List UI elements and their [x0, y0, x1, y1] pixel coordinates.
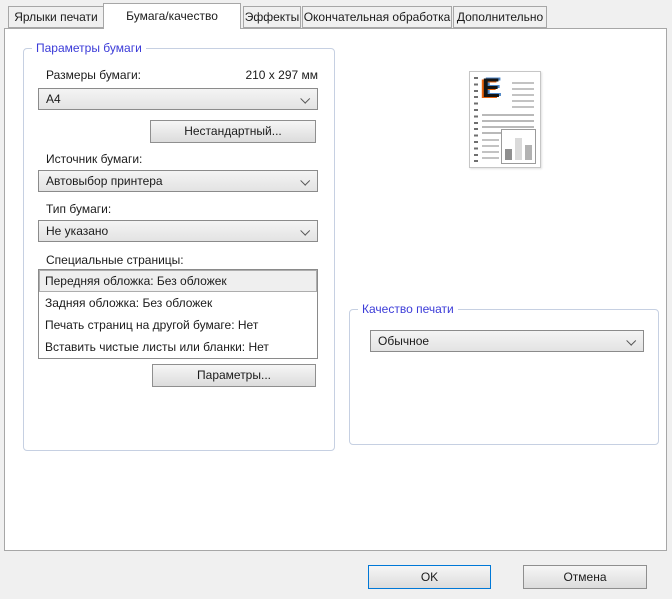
custom-size-button[interactable]: Нестандартный... — [150, 120, 316, 143]
tab-paper-quality[interactable]: Бумага/качество — [103, 3, 241, 29]
paper-source-selected-value: Автовыбор принтера — [46, 174, 295, 188]
preview-bar — [505, 149, 512, 160]
preview-bar-chart — [501, 129, 536, 164]
paper-dimensions-value: 210 x 297 мм — [245, 68, 318, 82]
special-pages-list: Передняя обложка: Без обложек Задняя обл… — [38, 269, 318, 359]
paper-source-select[interactable]: Автовыбор принтера — [38, 170, 318, 192]
print-quality-selected-value: Обычное — [378, 334, 621, 348]
tab-effects[interactable]: Эффекты — [243, 6, 301, 28]
chevron-down-icon — [300, 176, 310, 186]
preview-bar — [525, 145, 532, 160]
tab-print-shortcuts[interactable]: Ярлыки печати — [8, 6, 104, 28]
chevron-down-icon — [300, 226, 310, 236]
special-pages-settings-button[interactable]: Параметры... — [152, 364, 316, 387]
paper-type-label: Тип бумаги: — [46, 202, 111, 216]
paper-type-select[interactable]: Не указано — [38, 220, 318, 242]
document-preview: E — [469, 71, 541, 168]
list-item-front-cover[interactable]: Передняя обложка: Без обложек — [39, 270, 317, 292]
print-quality-select[interactable]: Обычное — [370, 330, 644, 352]
printer-properties-dialog: Ярлыки печати Бумага/качество Эффекты Ок… — [0, 0, 672, 599]
tab-advanced[interactable]: Дополнительно — [453, 6, 547, 28]
ok-button[interactable]: OK — [368, 565, 491, 589]
preview-text-lines — [482, 139, 499, 163]
paper-options-group-label: Параметры бумаги — [32, 41, 146, 55]
special-pages-label: Специальные страницы: — [46, 253, 184, 267]
print-quality-group-label: Качество печати — [358, 302, 458, 316]
tab-page-paper-quality: Параметры бумаги Размеры бумаги: 210 x 2… — [4, 28, 667, 551]
paper-size-select[interactable]: A4 — [38, 88, 318, 110]
list-item-insert-blank-sheets[interactable]: Вставить чистые листы или бланки: Нет — [39, 336, 317, 358]
list-item-print-on-different-paper[interactable]: Печать страниц на другой бумаге: Нет — [39, 314, 317, 336]
paper-source-label: Источник бумаги: — [46, 152, 142, 166]
preview-letter-e: E — [482, 73, 500, 104]
chevron-down-icon — [300, 94, 310, 104]
preview-text-lines — [512, 82, 534, 109]
paper-options-group: Параметры бумаги Размеры бумаги: 210 x 2… — [23, 48, 335, 451]
paper-sizes-label: Размеры бумаги: — [46, 68, 141, 82]
chevron-down-icon — [626, 336, 636, 346]
paper-type-selected-value: Не указано — [46, 224, 295, 238]
tab-finishing[interactable]: Окончательная обработка — [302, 6, 452, 28]
spiral-binding-decoration — [474, 77, 478, 163]
print-quality-group: Качество печати Обычное — [349, 309, 659, 445]
paper-size-selected-value: A4 — [46, 92, 295, 106]
preview-bar — [515, 138, 522, 160]
list-item-back-cover[interactable]: Задняя обложка: Без обложек — [39, 292, 317, 314]
cancel-button[interactable]: Отмена — [523, 565, 647, 589]
